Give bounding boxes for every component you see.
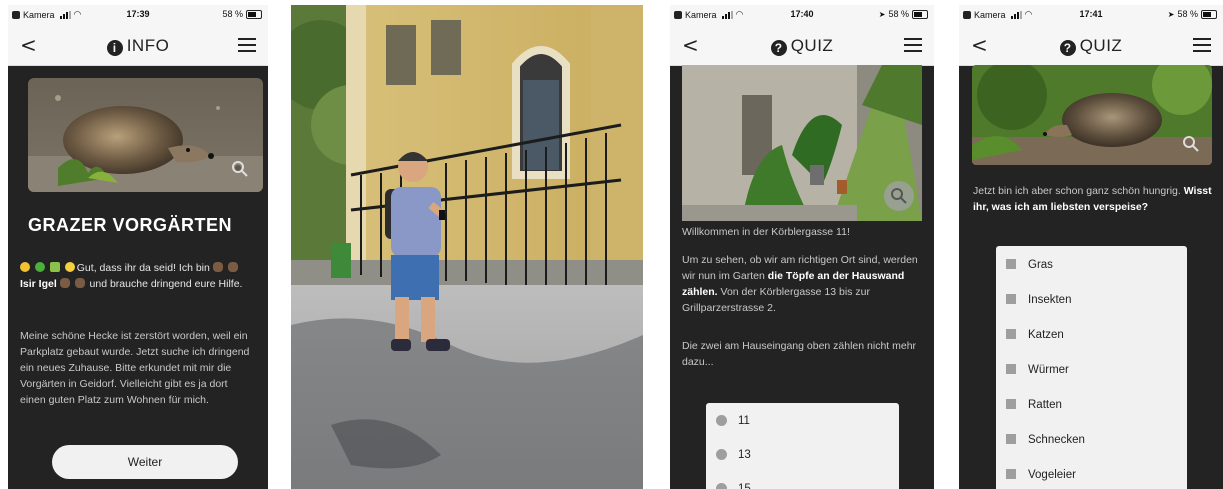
hedgehog-emoji-icon bbox=[212, 262, 223, 272]
page-title-text: QUIZ bbox=[790, 36, 834, 55]
status-bar: Kamera ◠ 17:41 ➤ 58 % bbox=[959, 5, 1223, 25]
checkbox-icon[interactable] bbox=[1006, 364, 1016, 374]
checkbox-icon[interactable] bbox=[1006, 469, 1016, 479]
checkbox-icon[interactable] bbox=[1006, 399, 1016, 409]
battery-icon bbox=[912, 9, 928, 19]
quiz-screen-1: Kamera ◠ 17:40 ➤ 58 % < ? QUIZ Willkomme… bbox=[670, 5, 934, 489]
answer-option[interactable]: Vogeleier bbox=[996, 459, 1187, 489]
checkbox-icon[interactable] bbox=[1006, 259, 1016, 269]
answer-option[interactable]: Insekten bbox=[996, 284, 1187, 318]
hedgehog-photo bbox=[972, 65, 1212, 165]
answer-label: Katzen bbox=[1028, 329, 1064, 341]
status-battery: ➤ 58 % bbox=[879, 9, 928, 19]
battery-label: 58 % bbox=[1177, 9, 1198, 19]
question-icon: ? bbox=[1059, 40, 1076, 56]
checkbox-icon[interactable] bbox=[1006, 329, 1016, 339]
location-arrow-icon: ➤ bbox=[878, 9, 886, 19]
answer-label: 15 bbox=[738, 483, 751, 489]
answer-option[interactable]: 13 bbox=[706, 439, 899, 473]
menu-icon[interactable] bbox=[238, 38, 256, 52]
instruction-text: Um zu sehen, ob wir am richtigen Ort sin… bbox=[682, 252, 922, 316]
smiley-emoji-icon bbox=[20, 262, 30, 272]
answer-list: Gras Insekten Katzen Würmer Ratten Schne… bbox=[996, 246, 1187, 489]
hedgehog-image[interactable] bbox=[28, 78, 263, 192]
answer-label: Vogeleier bbox=[1028, 469, 1076, 481]
page-title: ? QUIZ bbox=[670, 36, 934, 56]
heading: GRAZER VORGÄRTEN bbox=[28, 215, 233, 235]
answer-label: Ratten bbox=[1028, 399, 1062, 411]
answer-label: Schnecken bbox=[1028, 434, 1085, 446]
intro-part-a: Gut, dass ihr da seid! Ich bin bbox=[76, 262, 210, 274]
info-screen: Kamera ◠ 17:39 58 % < i INFO GRAZER VORG… bbox=[8, 5, 268, 489]
checkbox-icon[interactable] bbox=[1006, 434, 1016, 444]
answer-label: 11 bbox=[738, 415, 750, 427]
bush-emoji-icon bbox=[34, 262, 45, 272]
battery-label: 58 % bbox=[888, 9, 909, 19]
hedgehog-emoji-icon-3 bbox=[59, 278, 70, 288]
intro-part-b: und brauche dringend eure Hilfe. bbox=[89, 278, 243, 290]
nav-bar: < ? QUIZ bbox=[670, 25, 934, 66]
menu-icon[interactable] bbox=[1193, 38, 1211, 52]
answer-label: 13 bbox=[738, 449, 751, 461]
answer-label: Insekten bbox=[1028, 294, 1072, 306]
page-title-text: QUIZ bbox=[1079, 36, 1123, 55]
answer-option[interactable]: Ratten bbox=[996, 389, 1187, 423]
battery-label: 58 % bbox=[222, 9, 243, 19]
emoji-row bbox=[20, 260, 77, 276]
hedgehog-emoji-icon-2 bbox=[227, 262, 238, 272]
page-title: i INFO bbox=[8, 36, 268, 56]
radio-icon bbox=[716, 483, 727, 489]
story-text: Meine schöne Hecke ist zerstört worden, … bbox=[20, 330, 250, 406]
nav-bar: < ? QUIZ bbox=[959, 25, 1223, 66]
radio-icon bbox=[716, 415, 727, 426]
status-battery: ➤ 58 % bbox=[1168, 9, 1217, 19]
weiter-button[interactable]: Weiter bbox=[52, 445, 238, 479]
street-photo bbox=[291, 5, 643, 489]
location-arrow-icon: ➤ bbox=[1167, 9, 1175, 19]
quiz-screen-2: Kamera ◠ 17:41 ➤ 58 % < ? QUIZ Jetzt bin… bbox=[959, 5, 1223, 489]
answer-option[interactable]: Katzen bbox=[996, 319, 1187, 353]
page-title: ? QUIZ bbox=[959, 36, 1223, 56]
hedgehog-image[interactable] bbox=[972, 65, 1212, 165]
location-caption: Willkommen in der Körblergasse 11! bbox=[682, 226, 850, 238]
answer-option[interactable]: Gras bbox=[996, 249, 1187, 283]
hedgehog-emoji-icon-4 bbox=[74, 278, 85, 288]
status-battery: 58 % bbox=[222, 9, 262, 19]
answer-label: Würmer bbox=[1028, 364, 1069, 376]
info-icon: i bbox=[106, 40, 123, 56]
zoom-icon[interactable] bbox=[884, 181, 914, 211]
question-part-a: Jetzt bin ich aber schon ganz schön hung… bbox=[973, 185, 1181, 197]
intro-text: Gut, dass ihr da seid! Ich bin Isir Igel… bbox=[20, 260, 256, 292]
boy-walking-photo bbox=[291, 5, 643, 489]
nav-bar: < i INFO bbox=[8, 25, 268, 66]
question-text: Jetzt bin ich aber schon ganz schön hung… bbox=[973, 183, 1213, 215]
zoom-icon[interactable] bbox=[1176, 129, 1206, 159]
answer-list: 11 13 15 bbox=[706, 403, 899, 489]
answer-label: Gras bbox=[1028, 259, 1053, 271]
menu-icon[interactable] bbox=[904, 38, 922, 52]
page-title-text: INFO bbox=[126, 36, 170, 55]
sprout-emoji-icon bbox=[49, 262, 60, 272]
note-text: Die zwei am Hauseingang oben zählen nich… bbox=[682, 340, 917, 368]
battery-icon bbox=[246, 9, 262, 19]
garden-image[interactable] bbox=[682, 65, 922, 221]
status-bar: Kamera ◠ 17:40 ➤ 58 % bbox=[670, 5, 934, 25]
radio-icon bbox=[716, 449, 727, 460]
answer-option[interactable]: 11 bbox=[706, 405, 899, 439]
character-name: Isir Igel bbox=[20, 278, 57, 290]
answer-option[interactable]: 15 bbox=[706, 473, 899, 489]
status-bar: Kamera ◠ 17:39 58 % bbox=[8, 5, 268, 25]
answer-option[interactable]: Würmer bbox=[996, 354, 1187, 388]
question-icon: ? bbox=[770, 40, 787, 56]
flower-emoji-icon bbox=[64, 262, 75, 272]
answer-option[interactable]: Schnecken bbox=[996, 424, 1187, 458]
checkbox-icon[interactable] bbox=[1006, 294, 1016, 304]
battery-icon bbox=[1201, 9, 1217, 19]
zoom-icon[interactable] bbox=[225, 154, 255, 184]
